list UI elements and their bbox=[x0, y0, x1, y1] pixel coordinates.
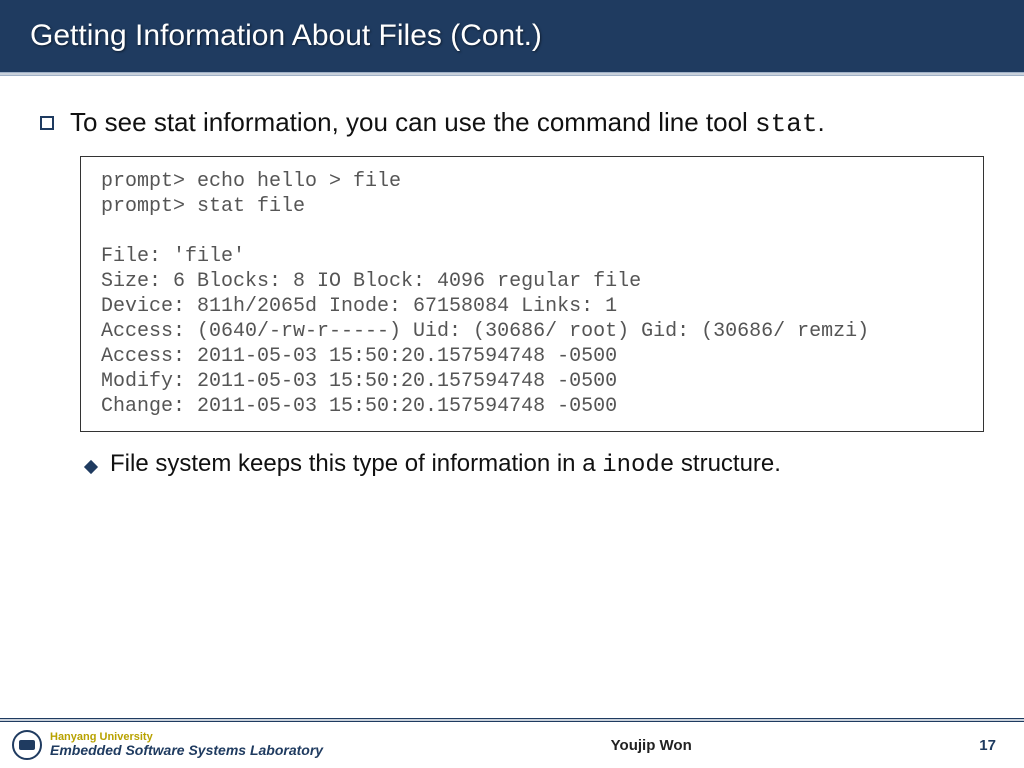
sub-bullet-text: File system keeps this type of informati… bbox=[110, 450, 781, 479]
lab-text: Hanyang University Embedded Software Sys… bbox=[50, 732, 323, 758]
lab-name: Embedded Software Systems Laboratory bbox=[50, 743, 323, 758]
code-block: prompt> echo hello > file prompt> stat f… bbox=[80, 156, 984, 432]
footer: Hanyang University Embedded Software Sys… bbox=[0, 722, 1024, 768]
slide-title: Getting Information About Files (Cont.) bbox=[30, 19, 542, 53]
slide-body: To see stat information, you can use the… bbox=[0, 76, 1024, 718]
sub-post: structure. bbox=[674, 450, 781, 477]
diamond-bullet-icon bbox=[84, 460, 98, 474]
bullet-item: To see stat information, you can use the… bbox=[40, 106, 984, 142]
bullet-text: To see stat information, you can use the… bbox=[70, 106, 825, 142]
slide: Getting Information About Files (Cont.) … bbox=[0, 0, 1024, 768]
footer-left: Hanyang University Embedded Software Sys… bbox=[12, 730, 323, 760]
square-bullet-icon bbox=[40, 116, 54, 130]
sub-bullet-item: File system keeps this type of informati… bbox=[86, 450, 984, 479]
bullet-post: . bbox=[817, 107, 824, 137]
university-logo-icon bbox=[12, 730, 42, 760]
page-number: 17 bbox=[979, 737, 996, 754]
logo-inner-icon bbox=[19, 740, 35, 750]
sub-pre: File system keeps this type of informati… bbox=[110, 450, 602, 477]
sub-code: inode bbox=[602, 452, 674, 479]
bullet-pre: To see stat information, you can use the… bbox=[70, 107, 755, 137]
bullet-code: stat bbox=[755, 109, 817, 139]
title-bar: Getting Information About Files (Cont.) bbox=[0, 0, 1024, 72]
author-name: Youjip Won bbox=[611, 737, 692, 754]
